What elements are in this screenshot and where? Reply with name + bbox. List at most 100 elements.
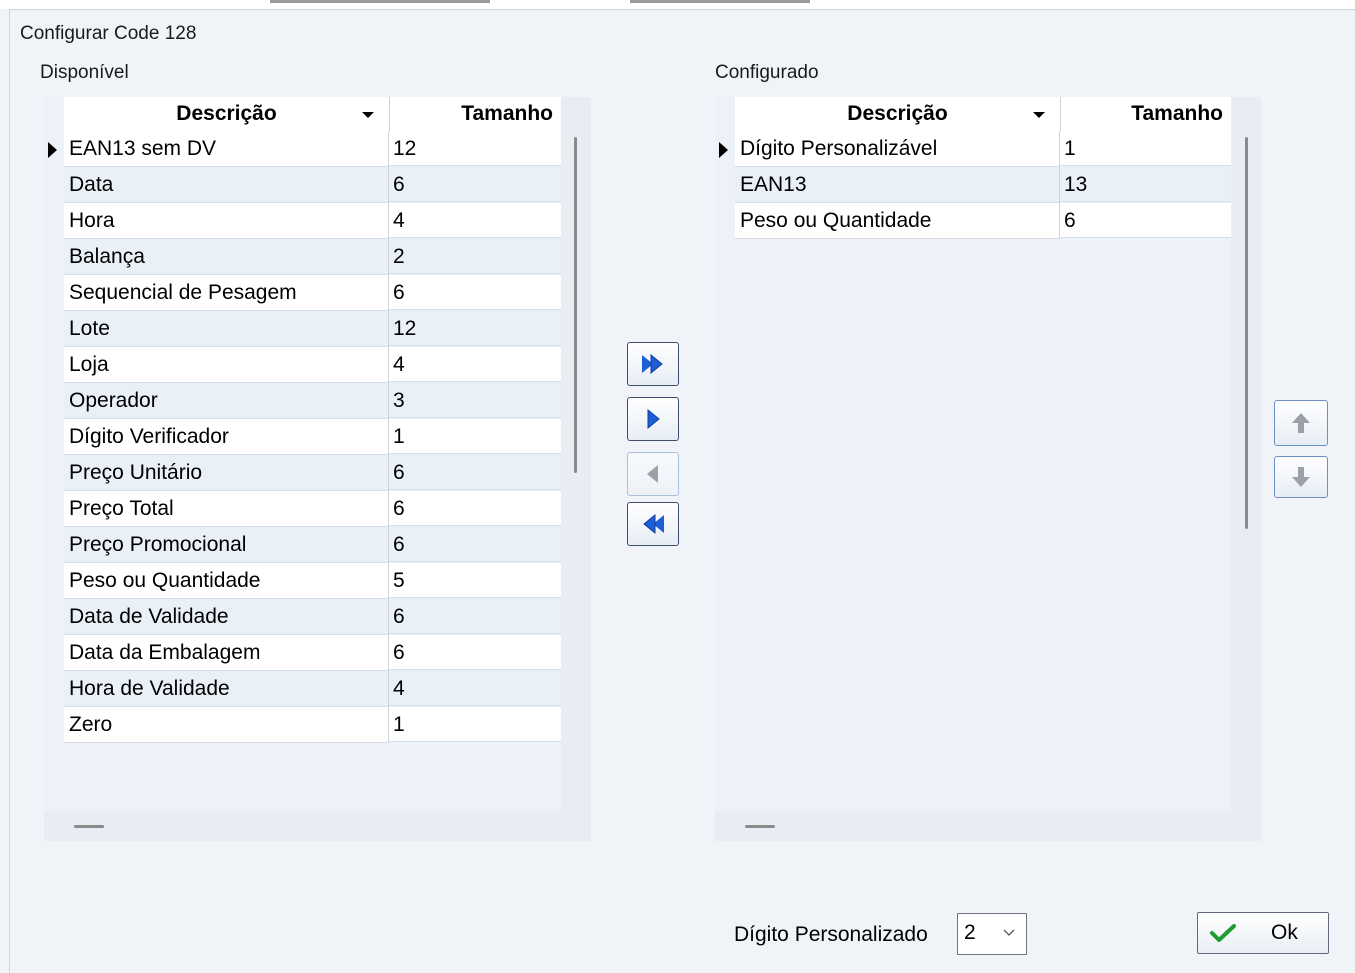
cell-descricao[interactable]: Data da Embalagem — [64, 635, 389, 671]
cell-tamanho[interactable]: 1 — [389, 419, 561, 454]
configured-grid[interactable]: Descrição Tamanho Dígito Personalizável 1… — [715, 97, 1231, 811]
cell-descricao[interactable]: Balança — [64, 239, 389, 275]
move-all-left-button[interactable] — [627, 502, 679, 546]
double-arrow-left-icon — [643, 513, 664, 535]
digit-select-value: 2 — [964, 921, 976, 944]
arrow-left-icon — [647, 465, 658, 483]
table-row[interactable]: Lote 12 — [44, 311, 561, 347]
available-grid-header: Descrição Tamanho — [64, 97, 561, 132]
table-row[interactable]: Hora de Validade 4 — [44, 671, 561, 707]
cell-tamanho[interactable]: 1 — [1060, 131, 1231, 166]
cell-tamanho[interactable]: 12 — [389, 311, 561, 346]
cell-descricao[interactable]: Preço Promocional — [64, 527, 389, 563]
cell-tamanho[interactable]: 12 — [389, 131, 561, 166]
arrow-up-icon — [1292, 413, 1310, 433]
cell-descricao[interactable]: Data — [64, 167, 389, 203]
cell-descricao[interactable]: Zero — [64, 707, 389, 743]
configured-vertical-scrollbar[interactable] — [1245, 137, 1248, 529]
table-row[interactable]: Dígito Verificador 1 — [44, 419, 561, 455]
cell-tamanho[interactable]: 2 — [389, 239, 561, 274]
available-horizontal-scrollbar[interactable] — [74, 825, 104, 828]
cell-descricao[interactable]: Peso ou Quantidade — [64, 563, 389, 599]
sort-desc-icon[interactable] — [362, 112, 374, 118]
cell-descricao[interactable]: Operador — [64, 383, 389, 419]
cell-tamanho[interactable]: 6 — [389, 167, 561, 202]
cell-tamanho[interactable]: 6 — [1060, 203, 1231, 238]
table-row[interactable]: Preço Promocional 6 — [44, 527, 561, 563]
move-all-right-button[interactable] — [627, 342, 679, 386]
table-row[interactable]: Sequencial de Pesagem 6 — [44, 275, 561, 311]
cell-descricao[interactable]: Peso ou Quantidade — [735, 203, 1060, 239]
background-window-strip — [0, 0, 1355, 9]
table-row[interactable]: Data 6 — [44, 167, 561, 203]
cell-descricao[interactable]: Lote — [64, 311, 389, 347]
table-row[interactable]: Hora 4 — [44, 203, 561, 239]
column-header-tamanho[interactable]: Tamanho — [389, 97, 561, 131]
move-right-button[interactable] — [627, 397, 679, 441]
column-header-descricao[interactable]: Descrição — [735, 97, 1061, 131]
cell-descricao[interactable]: EAN13 sem DV — [64, 131, 389, 167]
table-row[interactable]: Peso ou Quantidade 6 — [715, 203, 1231, 239]
configured-horizontal-scrollbar[interactable] — [745, 825, 775, 828]
cell-descricao[interactable]: Preço Total — [64, 491, 389, 527]
cell-tamanho[interactable]: 4 — [389, 347, 561, 382]
cell-descricao[interactable]: EAN13 — [735, 167, 1060, 203]
cell-tamanho[interactable]: 4 — [389, 203, 561, 238]
check-icon — [1210, 924, 1236, 942]
cell-tamanho[interactable]: 3 — [389, 383, 561, 418]
cell-tamanho[interactable]: 5 — [389, 563, 561, 598]
cell-tamanho[interactable]: 4 — [389, 671, 561, 706]
cell-descricao[interactable]: Hora — [64, 203, 389, 239]
table-row[interactable]: Operador 3 — [44, 383, 561, 419]
available-grid[interactable]: Descrição Tamanho EAN13 sem DV 12 Data 6 Hor… — [44, 97, 561, 811]
row-indicator-icon — [719, 142, 728, 158]
cell-descricao[interactable]: Sequencial de Pesagem — [64, 275, 389, 311]
dialog-window: Configurar Code 128 Disponível Configura… — [9, 9, 1355, 973]
cell-tamanho[interactable]: 6 — [389, 599, 561, 634]
configured-panel: Descrição Tamanho Dígito Personalizável 1… — [715, 97, 1261, 841]
cell-tamanho[interactable]: 6 — [389, 455, 561, 490]
ok-button[interactable]: Ok — [1197, 912, 1329, 954]
column-header-descricao[interactable]: Descrição — [64, 97, 390, 131]
table-row[interactable]: Balança 2 — [44, 239, 561, 275]
configured-rows: Dígito Personalizável 1 EAN13 13 Peso ou Qua… — [715, 131, 1231, 239]
cell-descricao[interactable]: Hora de Validade — [64, 671, 389, 707]
double-arrow-right-icon — [642, 353, 663, 375]
table-row[interactable]: Data da Embalagem 6 — [44, 635, 561, 671]
digit-label: Dígito Personalizado — [734, 923, 928, 946]
configured-grid-header: Descrição Tamanho — [735, 97, 1231, 132]
table-row[interactable]: Loja 4 — [44, 347, 561, 383]
configured-label: Configurado — [715, 62, 819, 83]
table-row[interactable]: EAN13 13 — [715, 167, 1231, 203]
table-row[interactable]: EAN13 sem DV 12 — [44, 131, 561, 167]
cell-tamanho[interactable]: 1 — [389, 707, 561, 742]
cell-tamanho[interactable]: 13 — [1060, 167, 1231, 202]
move-up-button[interactable] — [1274, 400, 1328, 446]
move-left-button[interactable] — [627, 452, 679, 496]
cell-tamanho[interactable]: 6 — [389, 527, 561, 562]
cell-descricao[interactable]: Data de Validade — [64, 599, 389, 635]
table-row[interactable]: Preço Total 6 — [44, 491, 561, 527]
cell-descricao[interactable]: Preço Unitário — [64, 455, 389, 491]
dialog-title: Configurar Code 128 — [20, 23, 197, 44]
cell-descricao[interactable]: Dígito Verificador — [64, 419, 389, 455]
table-row[interactable]: Zero 1 — [44, 707, 561, 743]
table-row[interactable]: Dígito Personalizável 1 — [715, 131, 1231, 167]
move-down-button[interactable] — [1274, 456, 1328, 498]
table-row[interactable]: Data de Validade 6 — [44, 599, 561, 635]
column-header-tamanho[interactable]: Tamanho — [1060, 97, 1231, 131]
cell-tamanho[interactable]: 6 — [389, 275, 561, 310]
row-indicator-icon — [48, 142, 57, 158]
table-row[interactable]: Preço Unitário 6 — [44, 455, 561, 491]
title-bar: Configurar Code 128 — [10, 10, 1355, 54]
available-panel: Descrição Tamanho EAN13 sem DV 12 Data 6 Hor… — [44, 97, 591, 841]
sort-desc-icon[interactable] — [1033, 112, 1045, 118]
cell-tamanho[interactable]: 6 — [389, 491, 561, 526]
cell-descricao[interactable]: Loja — [64, 347, 389, 383]
table-row[interactable]: Peso ou Quantidade 5 — [44, 563, 561, 599]
digit-select[interactable]: 2 — [957, 913, 1027, 955]
available-vertical-scrollbar[interactable] — [574, 137, 577, 473]
cell-tamanho[interactable]: 6 — [389, 635, 561, 670]
arrow-down-icon — [1292, 467, 1310, 487]
cell-descricao[interactable]: Dígito Personalizável — [735, 131, 1060, 167]
